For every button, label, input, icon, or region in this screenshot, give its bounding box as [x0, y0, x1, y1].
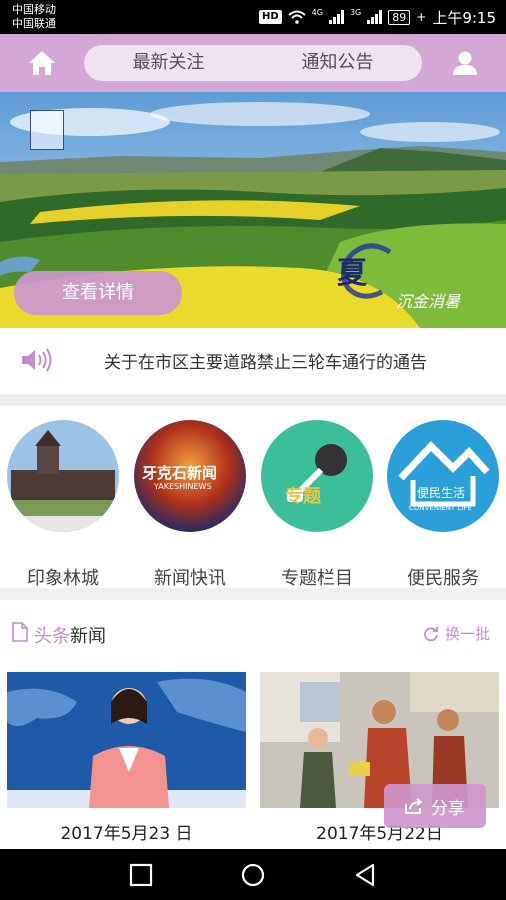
anchor-photo	[7, 672, 246, 808]
status-bar: 中国移动 中国联通 HD 4G 3G 89 + 上午9:15	[0, 0, 506, 34]
tab-latest-follow[interactable]: 最新关注	[84, 45, 253, 81]
share-icon	[405, 798, 423, 814]
building-photo	[7, 420, 119, 532]
category-label: 新闻快讯	[154, 568, 226, 589]
carrier-2: 中国联通	[12, 17, 56, 30]
news-logo: 牙克石新闻 YAKESHINEWS	[134, 420, 246, 532]
status-indicators: HD 4G 3G 89 + 上午9:15	[258, 7, 496, 27]
news-title-rest: 新闻	[70, 626, 106, 647]
clock: 上午9:15	[432, 8, 496, 27]
user-icon[interactable]	[452, 50, 478, 76]
news-date-1: 2017年5月23 日	[60, 824, 193, 844]
house-icon: 便民生活 CONVENIENT LIFE	[387, 420, 499, 532]
recent-apps-icon[interactable]	[128, 862, 154, 888]
network-type-1: 4G	[311, 7, 323, 17]
convenience-logo-sub: CONVENIENT LIFE	[409, 504, 472, 512]
share-button[interactable]: 分享	[384, 784, 486, 828]
battery-icon: 89	[388, 9, 411, 25]
charging-icon: +	[416, 10, 427, 24]
convenience-logo-text: 便民生活	[417, 486, 466, 500]
view-details-button[interactable]: 查看详情	[14, 271, 182, 315]
refresh-icon	[424, 626, 438, 641]
speaker-icon	[22, 348, 52, 372]
microphone-icon: 专题	[261, 420, 373, 532]
category-label: 印象林城	[27, 568, 99, 589]
notice-text[interactable]: 关于在市区主要道路禁止三轮车通行的通告	[104, 348, 427, 373]
home-nav-icon[interactable]	[240, 862, 266, 888]
app-header: 最新关注 通知公告	[0, 34, 506, 92]
category-impression[interactable]: 印象林城	[7, 420, 119, 589]
signal-icon-1	[328, 10, 344, 24]
news-title-highlight: 头条	[34, 626, 70, 647]
system-nav-bar	[0, 849, 506, 900]
document-icon	[12, 622, 28, 642]
category-label: 便民服务	[407, 568, 479, 589]
header-tab-bar: 最新关注 通知公告	[84, 45, 422, 81]
hd-badge: HD	[258, 10, 282, 24]
season-slogan: 沉金消暑	[396, 292, 461, 311]
headline-news-header: 头条新闻 换一批	[0, 600, 506, 666]
category-grid: 印象林城 牙克石新闻 YAKESHINEWS 新闻快讯 专题 专题栏目 便民生活…	[0, 406, 506, 589]
network-type-2: 3G	[349, 7, 362, 17]
category-label: 专题栏目	[281, 568, 353, 589]
city-logo-stamp	[30, 110, 64, 150]
news-logo-text: 牙克石新闻	[142, 464, 218, 482]
carrier-1: 中国移动	[12, 3, 56, 16]
refresh-label: 换一批	[444, 625, 490, 643]
back-icon[interactable]	[352, 862, 378, 888]
home-icon[interactable]	[28, 50, 56, 76]
season-character: 夏	[337, 256, 367, 291]
topic-logo-text: 专题	[285, 486, 321, 507]
refresh-batch-button[interactable]: 换一批	[423, 623, 490, 644]
category-special-topics[interactable]: 专题 专题栏目	[261, 420, 373, 589]
category-news-flash[interactable]: 牙克石新闻 YAKESHINEWS 新闻快讯	[134, 420, 246, 589]
share-label: 分享	[431, 798, 465, 819]
notice-ticker[interactable]: 关于在市区主要道路禁止三轮车通行的通告	[0, 328, 506, 394]
signal-icon-2	[367, 10, 383, 24]
category-convenience[interactable]: 便民生活 CONVENIENT LIFE 便民服务	[387, 420, 499, 589]
hero-banner[interactable]: 夏 沉金消暑 查看详情	[0, 92, 506, 328]
news-section-title: 头条新闻	[34, 622, 106, 648]
section-divider	[0, 394, 506, 406]
news-thumbnail-1[interactable]	[7, 672, 246, 808]
news-logo-sub: YAKESHINEWS	[154, 482, 212, 491]
wifi-icon	[287, 10, 306, 24]
tab-announcements[interactable]: 通知公告	[253, 45, 422, 81]
section-divider	[0, 588, 506, 600]
carrier-info: 中国移动 中国联通	[12, 3, 56, 31]
